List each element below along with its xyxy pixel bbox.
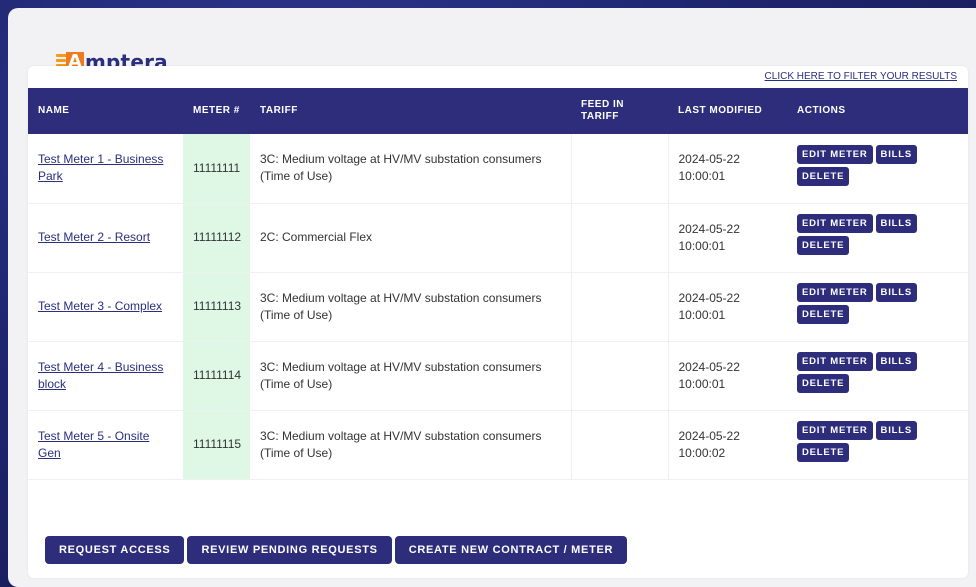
bills-button[interactable]: BILLS xyxy=(875,214,917,233)
feed-in-cell xyxy=(570,272,669,342)
feed-in-cell xyxy=(570,203,669,273)
meters-panel: CLICK HERE TO FILTER YOUR RESULTS NAME M… xyxy=(28,66,968,578)
meters-table: NAME METER # TARIFF FEED IN TARIFF LAST … xyxy=(28,88,968,480)
header-tariff[interactable]: TARIFF xyxy=(250,88,571,134)
feed-in-cell xyxy=(570,341,669,411)
header-actions: ACTIONS xyxy=(797,105,846,116)
edit-meter-button[interactable]: EDIT METER xyxy=(797,421,873,440)
meter-number: 11111114 xyxy=(183,341,250,411)
filter-results-link[interactable]: CLICK HERE TO FILTER YOUR RESULTS xyxy=(765,71,957,82)
last-modified-cell: 2024-05-22 10:00:01 xyxy=(668,134,787,204)
meter-number: 11111112 xyxy=(183,203,250,273)
table-row: Test Meter 5 - Onsite Gen 11111115 3C: M… xyxy=(28,410,968,480)
modified-date: 2024-05-22 xyxy=(678,290,740,305)
delete-button[interactable]: DELETE xyxy=(797,443,850,462)
header-last-modified[interactable]: LAST MODIFIED xyxy=(668,88,787,134)
meter-name-link[interactable]: Test Meter 4 - Business block xyxy=(38,360,163,391)
edit-meter-button[interactable]: EDIT METER xyxy=(797,214,873,233)
edit-meter-button[interactable]: EDIT METER xyxy=(797,144,873,164)
modified-date: 2024-05-22 xyxy=(678,428,740,443)
modified-time: 10:00:01 xyxy=(678,307,726,322)
modified-time: 10:00:01 xyxy=(678,376,726,391)
header-name[interactable]: NAME xyxy=(28,88,183,134)
delete-button[interactable]: DELETE xyxy=(797,374,850,393)
modified-time: 10:00:02 xyxy=(678,445,726,460)
last-modified-cell: 2024-05-22 10:00:01 xyxy=(668,203,787,273)
meter-name-link[interactable]: Test Meter 1 - Business Park xyxy=(38,152,163,183)
bills-button[interactable]: BILLS xyxy=(875,144,917,164)
meter-name-link[interactable]: Test Meter 5 - Onsite Gen xyxy=(38,429,149,460)
table-row: Test Meter 3 - Complex 11111113 3C: Medi… xyxy=(28,272,968,342)
meter-name-link[interactable]: Test Meter 2 - Resort xyxy=(38,230,150,244)
actions-cell: EDIT METER BILLS DELETE xyxy=(787,134,968,204)
bottom-action-bar: REQUEST ACCESS REVIEW PENDING REQUESTS C… xyxy=(45,536,628,564)
table-row: Test Meter 1 - Business Park 11111111 3C… xyxy=(28,134,968,204)
request-access-button[interactable]: REQUEST ACCESS xyxy=(45,536,185,564)
create-contract-meter-button[interactable]: CREATE NEW CONTRACT / METER xyxy=(394,536,628,564)
header-meter-number[interactable]: METER # xyxy=(183,88,250,134)
delete-button[interactable]: DELETE xyxy=(797,166,850,186)
edit-meter-button[interactable]: EDIT METER xyxy=(797,283,873,302)
actions-cell: EDIT METER BILLS DELETE xyxy=(787,341,968,411)
tariff-cell: 3C: Medium voltage at HV/MV substation c… xyxy=(250,134,571,204)
delete-button[interactable]: DELETE xyxy=(797,305,850,324)
table-header-row: NAME METER # TARIFF FEED IN TARIFF LAST … xyxy=(28,88,968,134)
tariff-cell: 2C: Commercial Flex xyxy=(250,203,571,273)
modified-date: 2024-05-22 xyxy=(678,359,740,374)
last-modified-cell: 2024-05-22 10:00:01 xyxy=(668,341,787,411)
last-modified-cell: 2024-05-22 10:00:01 xyxy=(668,272,787,342)
modified-time: 10:00:01 xyxy=(678,169,726,184)
tariff-cell: 3C: Medium voltage at HV/MV substation c… xyxy=(250,341,571,411)
meter-number: 11111111 xyxy=(183,134,250,204)
feed-in-cell xyxy=(570,410,669,480)
header-feed-in-line1: FEED IN xyxy=(581,99,624,110)
header-feed-in-tariff[interactable]: FEED IN TARIFF xyxy=(571,88,668,134)
bills-button[interactable]: BILLS xyxy=(875,421,917,440)
table-row: Test Meter 4 - Business block 11111114 3… xyxy=(28,341,968,411)
edit-meter-button[interactable]: EDIT METER xyxy=(797,352,873,371)
tariff-cell: 3C: Medium voltage at HV/MV substation c… xyxy=(250,272,571,342)
table-row: Test Meter 2 - Resort 11111112 2C: Comme… xyxy=(28,203,968,273)
actions-cell: EDIT METER BILLS DELETE xyxy=(787,203,968,273)
modified-date: 2024-05-22 xyxy=(678,221,740,236)
modified-date: 2024-05-22 xyxy=(678,152,740,167)
bills-button[interactable]: BILLS xyxy=(875,283,917,302)
feed-in-cell xyxy=(570,134,669,204)
meter-number: 11111115 xyxy=(183,410,250,480)
tariff-cell: 3C: Medium voltage at HV/MV substation c… xyxy=(250,410,571,480)
review-pending-requests-button[interactable]: REVIEW PENDING REQUESTS xyxy=(187,536,392,564)
last-modified-cell: 2024-05-22 10:00:02 xyxy=(668,410,787,480)
bills-button[interactable]: BILLS xyxy=(875,352,917,371)
actions-cell: EDIT METER BILLS DELETE xyxy=(787,410,968,480)
modified-time: 10:00:01 xyxy=(678,238,726,253)
actions-cell: EDIT METER BILLS DELETE xyxy=(787,272,968,342)
delete-button[interactable]: DELETE xyxy=(797,236,850,255)
meter-name-link[interactable]: Test Meter 3 - Complex xyxy=(38,299,162,313)
meter-number: 11111113 xyxy=(183,272,250,342)
header-feed-in-line2: TARIFF xyxy=(581,111,619,122)
